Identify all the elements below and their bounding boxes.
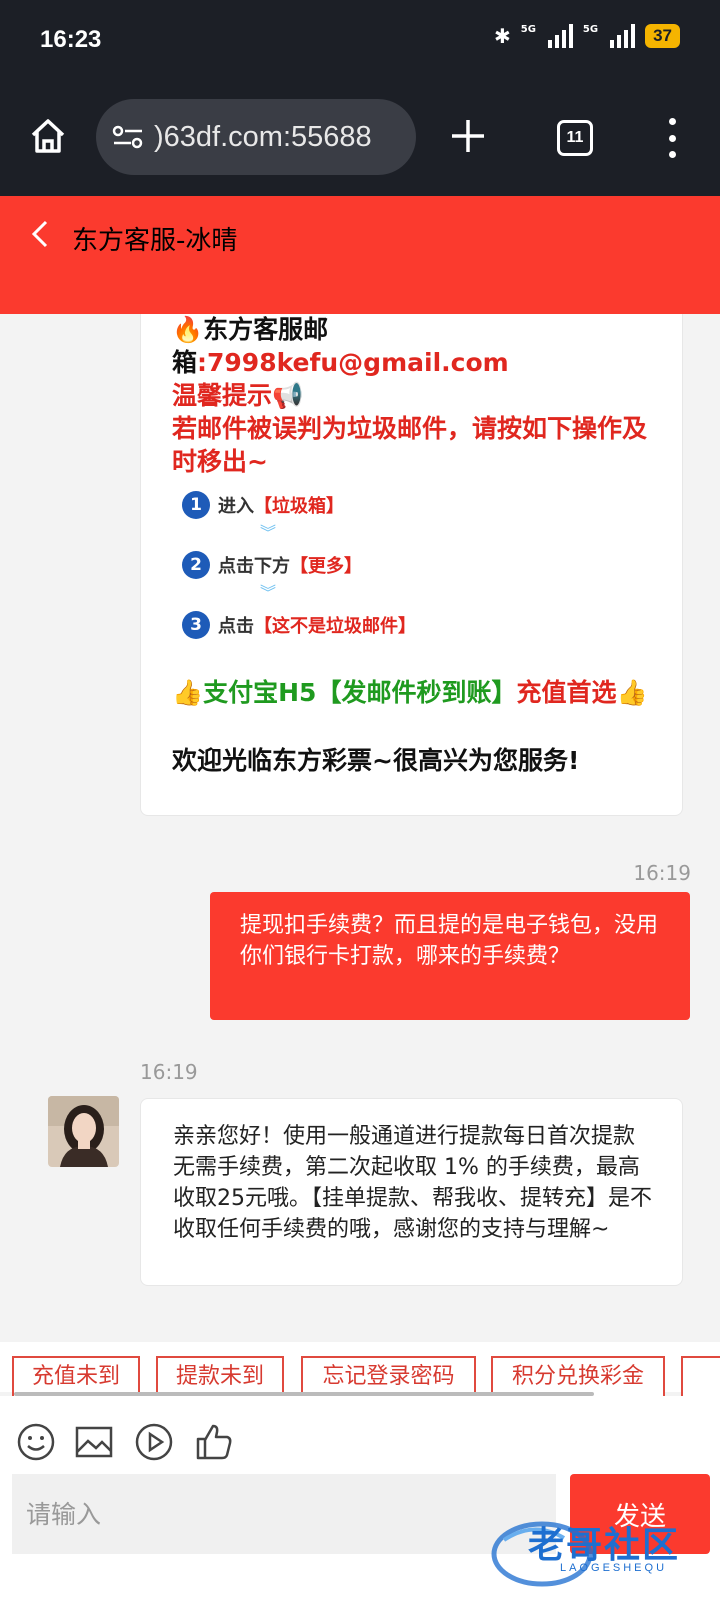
more-menu-icon[interactable] — [662, 118, 682, 158]
quick-reply-bar: 充值未到 提款未到 忘记登录密码 积分兑换彩金 — [0, 1342, 720, 1398]
step-number: 1 — [182, 491, 210, 519]
step-target: 【垃圾箱】 — [254, 496, 344, 517]
battery-indicator: 37 — [645, 24, 680, 48]
browser-top-bar: 16:23 ✱ 5G 5G 37 )63df.com:55688 11 — [0, 0, 720, 196]
email-line: 🔥东方客服邮 — [172, 315, 329, 344]
emoji-icon[interactable] — [16, 1422, 56, 1462]
step-action: 点击下方 — [218, 556, 290, 577]
watermark-subtext: LAOGESHEQU — [560, 1562, 668, 1574]
agent-message-bubble: 🔥东方客服邮 箱:7998kefu@gmail.com 温馨提示📢 若邮件被误判… — [140, 314, 683, 816]
message-timestamp: 16:19 — [140, 1060, 198, 1084]
step-action: 进入 — [218, 496, 254, 517]
message-input[interactable] — [12, 1474, 556, 1554]
message-timestamp: 16:19 — [633, 861, 691, 885]
site-settings-icon[interactable] — [112, 123, 144, 151]
step-target: 【更多】 — [290, 556, 362, 577]
home-icon[interactable] — [28, 116, 68, 156]
video-icon[interactable] — [134, 1422, 174, 1462]
bluetooth-icon: ✱ — [493, 24, 511, 48]
network-type-1: 5G — [520, 24, 536, 35]
step-action: 点击 — [218, 616, 254, 637]
watermark-text: 老哥社区 — [528, 1525, 681, 1566]
step-item: 1 进入 【垃圾箱】 — [182, 488, 662, 522]
email-address[interactable]: :7998kefu@gmail.com — [197, 348, 509, 377]
agent-avatar[interactable] — [48, 1096, 119, 1167]
chevron-double-down-icon: ︾ — [260, 583, 277, 602]
promo-green-text: 👍支付宝H5【发邮件秒到账】 — [172, 678, 517, 707]
step-item: 2 点击下方 【更多】 — [182, 548, 662, 582]
step-item: 3 点击 【这不是垃圾邮件】 — [182, 608, 662, 642]
signal-icon-2 — [610, 24, 636, 48]
status-icons: ✱ 5G 5G 37 — [494, 24, 680, 48]
signal-icon — [547, 24, 573, 48]
url-text[interactable]: )63df.com:55688 — [154, 121, 372, 154]
chat-title: 东方客服-冰晴 — [72, 226, 238, 256]
network-type-2: 5G — [582, 24, 599, 35]
tip-title: 温馨提示📢 — [172, 381, 304, 410]
chat-message-list[interactable]: 🔥东方客服邮 箱:7998kefu@gmail.com 温馨提示📢 若邮件被误判… — [0, 314, 720, 1342]
step-target: 【这不是垃圾邮件】 — [254, 616, 416, 637]
step-number: 3 — [182, 611, 210, 639]
tip-body: 若邮件被误判为垃圾邮件，请按如下操作及时移出~ — [172, 414, 648, 476]
tab-switcher-button[interactable]: 11 — [557, 120, 593, 156]
welcome-text: 欢迎光临东方彩票~很高兴为您服务! — [172, 746, 580, 775]
image-icon[interactable] — [74, 1422, 114, 1462]
user-message-bubble: 提现扣手续费？而且提的是电子钱包，没用你们银行卡打款，哪来的手续费？ — [210, 892, 690, 1020]
back-chevron-icon[interactable] — [28, 220, 52, 248]
agent-message-bubble: 亲亲您好！使用一般通道进行提款每日首次提款无需手续费，第二次起收取 1% 的手续… — [140, 1098, 683, 1286]
promo-line: 👍支付宝H5【发邮件秒到账】充值首选👍 — [172, 676, 662, 709]
quick-reply-chip-partial[interactable] — [681, 1356, 720, 1398]
email-prefix: 箱 — [172, 348, 198, 377]
new-tab-icon[interactable] — [448, 116, 488, 156]
thumbs-up-icon[interactable] — [194, 1422, 234, 1462]
step-number: 2 — [182, 551, 210, 579]
agent-message-text: 亲亲您好！使用一般通道进行提款每日首次提款无需手续费，第二次起收取 1% 的手续… — [173, 1124, 652, 1242]
promo-red-text: 充值首选👍 — [516, 678, 648, 707]
step-list: 1 进入 【垃圾箱】 ︾ 2 点击下方 【更多】 ︾ 3 点击 【这不是垃圾邮件… — [172, 488, 662, 642]
status-time: 16:23 — [40, 26, 102, 53]
url-bar[interactable]: )63df.com:55688 — [96, 99, 416, 175]
email-address-line: 箱:7998kefu@gmail.com — [172, 346, 662, 379]
chevron-double-down-icon: ︾ — [260, 523, 277, 542]
